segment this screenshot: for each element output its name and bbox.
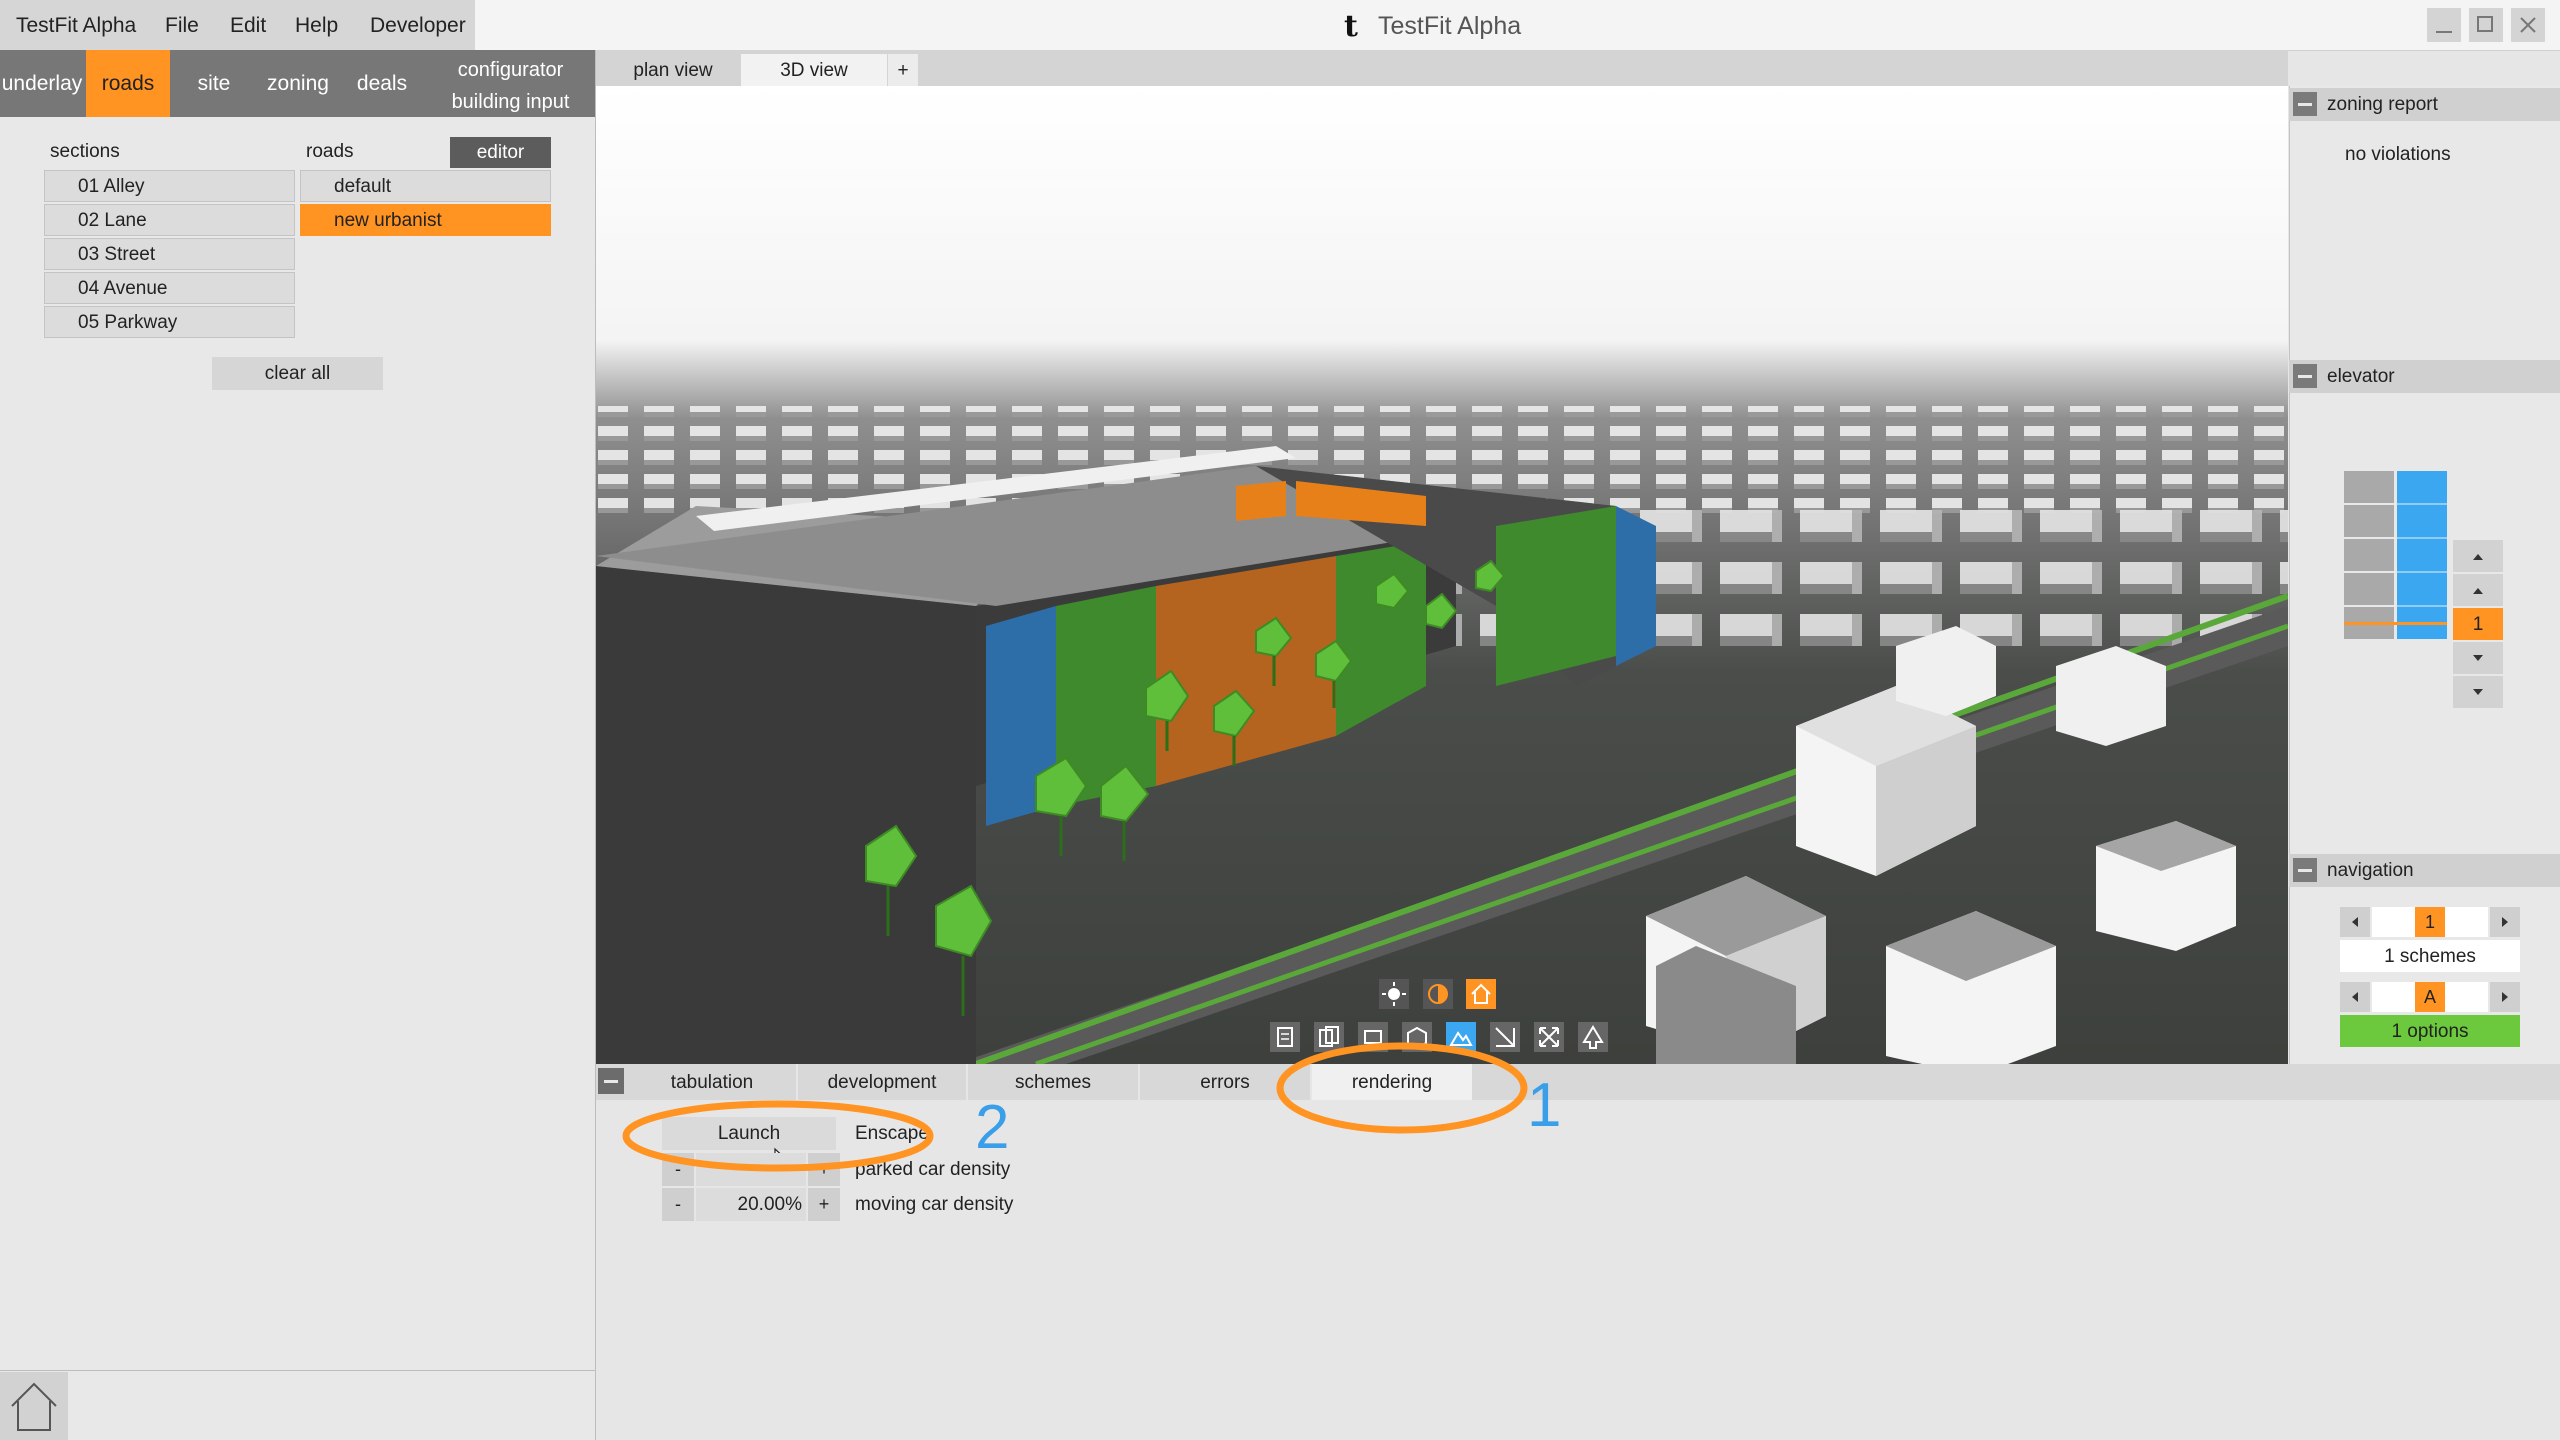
fit-view-button[interactable] (1534, 1022, 1564, 1052)
contrast-icon (1428, 984, 1448, 1004)
option-value-box: A (2372, 982, 2488, 1012)
annotation-ellipse-rendering (1276, 1042, 1528, 1134)
section-item-alley[interactable]: 01 Alley (44, 170, 295, 202)
caret-left-icon (2352, 992, 2358, 1002)
3d-viewport[interactable] (596, 86, 2288, 1064)
nav-roads[interactable]: roads (86, 50, 170, 117)
option-value: A (2415, 982, 2445, 1012)
schemes-count: 1 schemes (2340, 940, 2520, 972)
nav-underlay[interactable]: underlay (0, 50, 84, 117)
sections-label: sections (50, 141, 120, 162)
scheme-prev-button[interactable] (2340, 907, 2370, 937)
elevator-header[interactable]: elevator (2289, 360, 2560, 393)
menu-developer[interactable]: Developer (370, 0, 466, 50)
maximize-button[interactable] (2469, 8, 2503, 42)
section-item-lane[interactable]: 02 Lane (44, 204, 295, 236)
zoning-status: no violations (2345, 144, 2451, 165)
section-item-street[interactable]: 03 Street (44, 238, 295, 270)
road-item-default[interactable]: default (300, 170, 551, 202)
roads-label: roads (306, 141, 354, 162)
elevator-top-button[interactable] (2453, 540, 2503, 572)
house-toggle-button[interactable] (1466, 979, 1496, 1009)
moving-density-label: moving car density (855, 1194, 1014, 1215)
options-count: 1 options (2340, 1015, 2520, 1047)
close-icon (2520, 17, 2536, 33)
nav-deals[interactable]: deals (342, 50, 422, 117)
elevator-floors-right (2397, 471, 2447, 639)
collapse-elevator-button[interactable] (2293, 364, 2317, 388)
north-arrow-icon (1582, 1025, 1604, 1049)
chevron-up-double-icon (2473, 554, 2483, 560)
menu-file[interactable]: File (165, 0, 199, 50)
nav-building-input[interactable]: building input (428, 88, 593, 116)
zoning-report-title: zoning report (2327, 94, 2438, 115)
contrast-toggle-button[interactable] (1423, 979, 1453, 1009)
road-item-new-urbanist[interactable]: new urbanist (300, 204, 551, 236)
moving-density-minus[interactable]: - (662, 1188, 694, 1221)
window-title: TestFit Alpha (1378, 12, 1522, 40)
nav-zoning[interactable]: zoning (258, 50, 338, 117)
elevator-current-floor-line (2344, 622, 2447, 625)
city-scene (596, 86, 2288, 1064)
menu-help[interactable]: Help (295, 0, 338, 50)
annotation-number-two: 2 (975, 1093, 1010, 1162)
home-button[interactable] (0, 1372, 68, 1440)
maximize-icon (2477, 16, 2493, 32)
annotation-ellipse-launch (622, 1100, 934, 1172)
collapse-bottom-panel-button[interactable] (598, 1068, 624, 1094)
minus-icon (604, 1080, 618, 1083)
chevron-down-icon (2473, 655, 2483, 661)
testfit-logo-icon: t (1344, 9, 1358, 44)
home-icon (11, 1382, 57, 1431)
scheme-value: 1 (2415, 907, 2445, 937)
expand-icon (1539, 1027, 1559, 1047)
elevator-level-value[interactable]: 1 (2453, 608, 2503, 640)
minimize-button[interactable] (2427, 8, 2461, 42)
sun-icon (1382, 982, 1406, 1006)
sun-toggle-button[interactable] (1379, 979, 1409, 1009)
tab-plan-view[interactable]: plan view (600, 54, 746, 86)
chevron-up-icon (2473, 588, 2483, 594)
caret-left-icon (2352, 917, 2358, 927)
scheme-next-button[interactable] (2490, 907, 2520, 937)
option-next-button[interactable] (2490, 982, 2520, 1012)
moving-density-plus[interactable]: + (808, 1188, 840, 1221)
editor-button[interactable]: editor (450, 137, 551, 168)
zoning-report-header[interactable]: zoning report (2289, 88, 2560, 121)
caret-right-icon (2502, 992, 2508, 1002)
navigation-title: navigation (2327, 860, 2414, 881)
section-item-parkway[interactable]: 05 Parkway (44, 306, 295, 338)
annotation-number-one: 1 (1527, 1071, 1562, 1140)
scheme-value-box: 1 (2372, 907, 2488, 937)
elevator-bottom-button[interactable] (2453, 676, 2503, 708)
option-prev-button[interactable] (2340, 982, 2370, 1012)
tab-3d-view[interactable]: 3D view (741, 54, 887, 86)
elevator-floors-left (2344, 471, 2394, 639)
add-tab-button[interactable]: + (888, 54, 918, 86)
minimize-icon (2436, 31, 2452, 33)
nav-site[interactable]: site (172, 50, 256, 117)
clear-all-button[interactable]: clear all (212, 357, 383, 390)
menu-edit[interactable]: Edit (230, 0, 266, 50)
caret-right-icon (2502, 917, 2508, 927)
close-button[interactable] (2511, 8, 2545, 42)
elevator-down-button[interactable] (2453, 642, 2503, 674)
section-item-avenue[interactable]: 04 Avenue (44, 272, 295, 304)
elevator-up-button[interactable] (2453, 574, 2503, 606)
collapse-navigation-button[interactable] (2293, 858, 2317, 882)
moving-density-value[interactable]: 20.00% (696, 1188, 806, 1221)
left-footer-divider (0, 1370, 595, 1371)
chevron-down-double-icon (2473, 689, 2483, 695)
house-icon (1471, 983, 1491, 1004)
menu-app-name[interactable]: TestFit Alpha (16, 0, 136, 50)
navigation-header[interactable]: navigation (2289, 854, 2560, 887)
collapse-zoning-report-button[interactable] (2293, 92, 2317, 116)
elevator-title: elevator (2327, 366, 2395, 387)
north-arrow-button[interactable] (1578, 1022, 1608, 1052)
nav-configurator[interactable]: configurator (428, 56, 593, 84)
